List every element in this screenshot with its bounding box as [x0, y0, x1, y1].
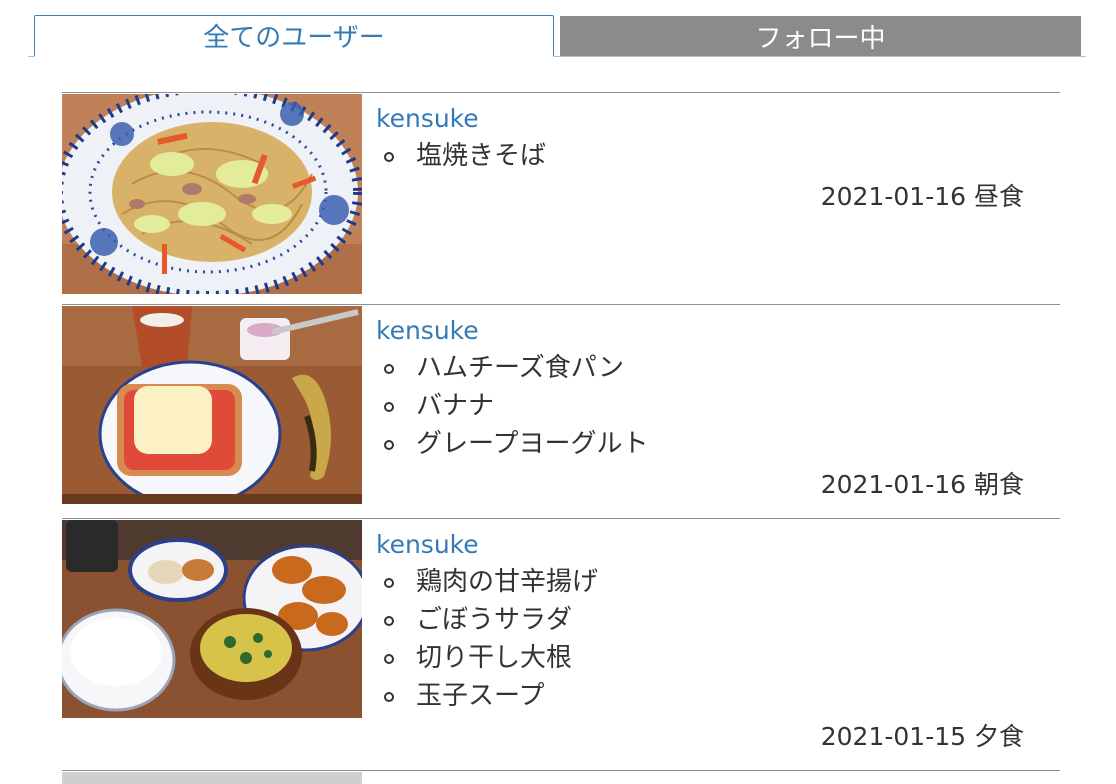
- post-info: kensuke 塩焼きそば: [376, 101, 1060, 175]
- circle-bullet-icon: [384, 364, 394, 374]
- dish-list: ハムチーズ食パン バナナ グレープヨーグルト: [376, 349, 1060, 463]
- post-item: [62, 770, 1060, 784]
- meal-type: 夕食: [973, 722, 1024, 751]
- tab-all-users[interactable]: 全てのユーザー: [34, 15, 554, 57]
- meal-type: 朝食: [973, 470, 1024, 499]
- post-item: kensuke 鶏肉の甘辛揚げ ごぼうサラダ 切り干し大根 玉子スープ 2021…: [62, 518, 1060, 770]
- user-link[interactable]: kensuke: [376, 101, 1060, 137]
- dish-name: グレープヨーグルト: [416, 429, 649, 459]
- dish-item: ごぼうサラダ: [376, 601, 1060, 639]
- post-timestamp: 2021-01-15 夕食: [821, 717, 1024, 753]
- post-list: kensuke 塩焼きそば 2021-01-16 昼食 kensuke ハムチー…: [62, 92, 1060, 784]
- circle-bullet-icon: [384, 578, 394, 588]
- dish-name: ハムチーズ食パン: [416, 353, 625, 383]
- meal-type: 昼食: [973, 182, 1024, 211]
- post-photo[interactable]: [62, 94, 362, 294]
- circle-bullet-icon: [384, 654, 394, 664]
- tab-following[interactable]: フォロー中: [560, 16, 1081, 56]
- dish-item: グレープヨーグルト: [376, 425, 1060, 463]
- user-link[interactable]: kensuke: [376, 313, 1060, 349]
- dish-name: 玉子スープ: [416, 681, 545, 711]
- dish-name: 切り干し大根: [416, 643, 573, 673]
- post-info: kensuke ハムチーズ食パン バナナ グレープヨーグルト: [376, 313, 1060, 463]
- post-item: kensuke ハムチーズ食パン バナナ グレープヨーグルト 2021-01-1…: [62, 304, 1060, 518]
- dish-item: 塩焼きそば: [376, 137, 1060, 175]
- post-date: 2021-01-16: [820, 182, 967, 211]
- dish-item: 玉子スープ: [376, 677, 1060, 715]
- user-link[interactable]: kensuke: [376, 527, 1060, 563]
- dish-item: ハムチーズ食パン: [376, 349, 1060, 387]
- post-photo[interactable]: [62, 306, 362, 504]
- circle-bullet-icon: [384, 402, 394, 412]
- dish-list: 鶏肉の甘辛揚げ ごぼうサラダ 切り干し大根 玉子スープ: [376, 563, 1060, 715]
- dish-item: 鶏肉の甘辛揚げ: [376, 563, 1060, 601]
- dish-list: 塩焼きそば: [376, 137, 1060, 175]
- dish-name: ごぼうサラダ: [416, 605, 573, 635]
- post-date: 2021-01-16: [820, 470, 967, 499]
- dish-name: バナナ: [416, 391, 495, 421]
- post-photo[interactable]: [62, 520, 362, 718]
- circle-bullet-icon: [384, 692, 394, 702]
- tab-bar: 全てのユーザー フォロー中: [28, 15, 1086, 59]
- post-photo[interactable]: [62, 772, 362, 784]
- dish-name: 塩焼きそば: [416, 141, 547, 171]
- post-item: kensuke 塩焼きそば 2021-01-16 昼食: [62, 92, 1060, 304]
- post-timestamp: 2021-01-16 朝食: [821, 465, 1024, 501]
- circle-bullet-icon: [384, 152, 394, 162]
- post-info: kensuke 鶏肉の甘辛揚げ ごぼうサラダ 切り干し大根 玉子スープ: [376, 527, 1060, 715]
- post-date: 2021-01-15: [820, 722, 967, 751]
- dish-item: 切り干し大根: [376, 639, 1060, 677]
- dish-name: 鶏肉の甘辛揚げ: [416, 567, 599, 597]
- circle-bullet-icon: [384, 616, 394, 626]
- circle-bullet-icon: [384, 440, 394, 450]
- post-timestamp: 2021-01-16 昼食: [821, 177, 1024, 213]
- dish-item: バナナ: [376, 387, 1060, 425]
